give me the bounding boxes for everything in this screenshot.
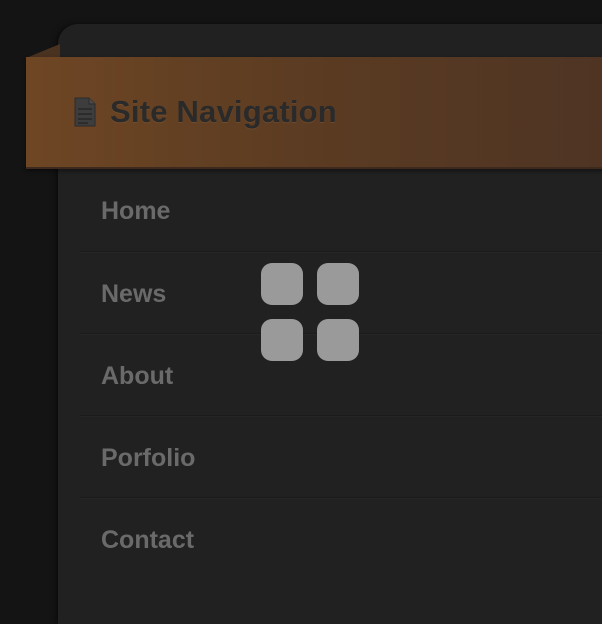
header-ribbon: Site Navigation (26, 57, 602, 169)
nav-item-contact[interactable]: Contact (58, 498, 602, 580)
page-title: Site Navigation (110, 94, 337, 129)
nav-item-label: News (101, 280, 167, 308)
nav-item-label: About (101, 362, 174, 390)
nav-item-label: Home (101, 197, 171, 225)
nav-item-portfolio[interactable]: Porfolio (58, 416, 602, 498)
app-grid-icon[interactable] (261, 263, 359, 361)
site-nav-list: Home News About Porfolio Contact (58, 170, 602, 580)
nav-item-label: Porfolio (101, 444, 196, 472)
nav-item-label: Contact (101, 526, 195, 554)
document-icon (74, 97, 96, 127)
header-content: Site Navigation (74, 57, 337, 167)
ribbon-fold (26, 44, 60, 58)
nav-item-home[interactable]: Home (58, 170, 602, 252)
